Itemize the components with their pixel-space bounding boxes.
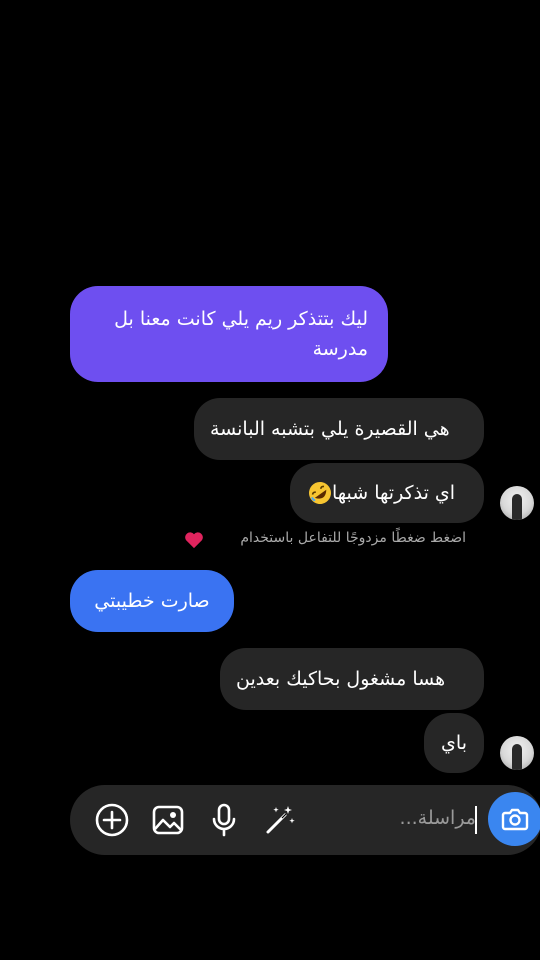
sent-message-bubble[interactable]: ليك بتتذكر ريم يلي كانت معنا بل مدرسة xyxy=(70,286,388,382)
rolling-on-floor-laughing-emoji xyxy=(309,482,331,504)
message-text: باي xyxy=(441,732,467,754)
message-composer[interactable]: مراسلة... xyxy=(70,785,540,855)
received-message-bubble[interactable]: هسا مشغول بحاكيك بعدين xyxy=(220,648,484,710)
received-message-bubble[interactable]: هي القصيرة يلي بتشبه البانسة xyxy=(194,398,484,460)
message-text: ليك بتتذكر ريم يلي كانت معنا بل مدرسة xyxy=(114,308,368,360)
message-text: هي القصيرة يلي بتشبه البانسة xyxy=(210,418,450,440)
message-text: صارت خطيبتي xyxy=(94,590,210,612)
received-message-bubble[interactable]: اي تذكرتها شبها xyxy=(290,463,484,523)
red-heart-icon xyxy=(185,532,203,549)
contact-avatar[interactable] xyxy=(500,736,534,770)
message-text: اي تذكرتها شبها xyxy=(332,482,456,504)
message-input[interactable]: مراسلة... xyxy=(400,807,476,829)
message-input-placeholder: مراسلة... xyxy=(399,807,476,829)
gallery-icon[interactable] xyxy=(150,802,186,838)
camera-icon xyxy=(501,808,529,831)
reaction-hint: اضغط ضغطًا مزدوجًا للتفاعل باستخدام xyxy=(186,530,466,546)
message-text: هسا مشغول بحاكيك بعدين xyxy=(236,668,446,690)
reaction-hint-text: اضغط ضغطًا مزدوجًا للتفاعل باستخدام xyxy=(240,530,466,546)
contact-avatar[interactable] xyxy=(500,486,534,520)
microphone-icon[interactable] xyxy=(206,802,242,838)
camera-button[interactable] xyxy=(488,792,540,846)
received-message-bubble[interactable]: باي xyxy=(424,713,484,773)
magic-wand-icon[interactable] xyxy=(262,802,298,838)
sent-message-bubble[interactable]: صارت خطيبتي xyxy=(70,570,234,632)
add-icon[interactable] xyxy=(94,802,130,838)
